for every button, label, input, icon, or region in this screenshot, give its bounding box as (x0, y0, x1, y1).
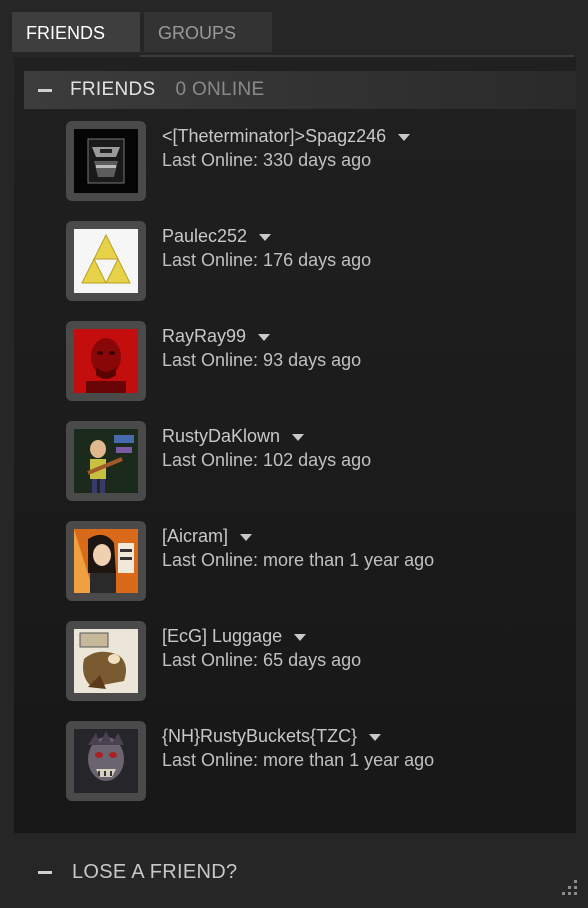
chevron-down-icon[interactable] (398, 133, 411, 141)
chevron-down-icon[interactable] (258, 333, 271, 341)
friend-name[interactable]: RayRay99 (162, 326, 271, 347)
friend-status: Last Online: more than 1 year ago (162, 550, 435, 570)
chevron-down-icon[interactable] (292, 433, 305, 441)
friend-row[interactable]: Paulec252 Last Online: 176 days ago (66, 221, 546, 305)
collapse-icon[interactable] (38, 88, 52, 92)
resize-grip-icon[interactable] (562, 880, 580, 898)
red-face-icon (74, 329, 138, 393)
friend-row[interactable]: RayRay99 Last Online: 93 days ago (66, 321, 546, 405)
friend-row[interactable]: [Aicram] Last Online: more than 1 year a… (66, 521, 546, 605)
avatar[interactable] (66, 221, 146, 301)
lose-a-friend-label[interactable]: LOSE A FRIEND? (72, 861, 237, 884)
friend-name[interactable]: <[Theterminator]>Spagz246 (162, 126, 411, 147)
group-title: FRIENDS (70, 79, 156, 100)
avatar[interactable] (66, 121, 146, 201)
friend-name[interactable]: [Aicram] (162, 526, 253, 547)
friend-row[interactable]: RustyDaKlown Last Online: 102 days ago (66, 421, 546, 505)
chevron-down-icon[interactable] (259, 233, 272, 241)
triforce-icon (74, 229, 138, 293)
friend-name[interactable]: [EcG] Luggage (162, 626, 307, 647)
collapse-icon[interactable] (38, 870, 52, 874)
friend-status: Last Online: 176 days ago (162, 250, 372, 270)
friends-panel: FRIENDS 0 ONLINE <[Theterminator]>Spagz2… (14, 57, 576, 833)
zombie-face-icon (74, 729, 138, 793)
lose-a-friend-section[interactable]: LOSE A FRIEND? (14, 848, 576, 896)
friend-row[interactable]: <[Theterminator]>Spagz246 Last Online: 3… (66, 121, 546, 205)
cartoon-girl-icon (74, 529, 138, 593)
online-count: 0 ONLINE (175, 79, 265, 100)
friend-status: Last Online: 330 days ago (162, 150, 372, 170)
friend-status: Last Online: 93 days ago (162, 350, 362, 370)
chevron-down-icon[interactable] (369, 733, 382, 741)
friend-row[interactable]: [EcG] Luggage Last Online: 65 days ago (66, 621, 546, 705)
friend-status: Last Online: 65 days ago (162, 650, 362, 670)
tab-friends[interactable]: FRIENDS (12, 12, 140, 52)
avatar[interactable] (66, 521, 146, 601)
dark-clan-logo-icon (74, 129, 138, 193)
friend-status: Last Online: 102 days ago (162, 450, 372, 470)
cartoon-creature-icon (74, 629, 138, 693)
friend-status: Last Online: more than 1 year ago (162, 750, 435, 770)
friends-group-header[interactable]: FRIENDS 0 ONLINE (24, 71, 576, 109)
cartoon-guitarist-icon (74, 429, 138, 493)
avatar[interactable] (66, 721, 146, 801)
tab-groups[interactable]: GROUPS (144, 12, 272, 52)
chevron-down-icon[interactable] (294, 633, 307, 641)
friend-name[interactable]: {NH}RustyBuckets{TZC} (162, 726, 382, 747)
friend-row[interactable]: {NH}RustyBuckets{TZC} Last Online: more … (66, 721, 546, 805)
friend-name[interactable]: Paulec252 (162, 226, 272, 247)
friend-name[interactable]: RustyDaKlown (162, 426, 305, 447)
avatar[interactable] (66, 321, 146, 401)
chevron-down-icon[interactable] (240, 533, 253, 541)
avatar[interactable] (66, 621, 146, 701)
avatar[interactable] (66, 421, 146, 501)
